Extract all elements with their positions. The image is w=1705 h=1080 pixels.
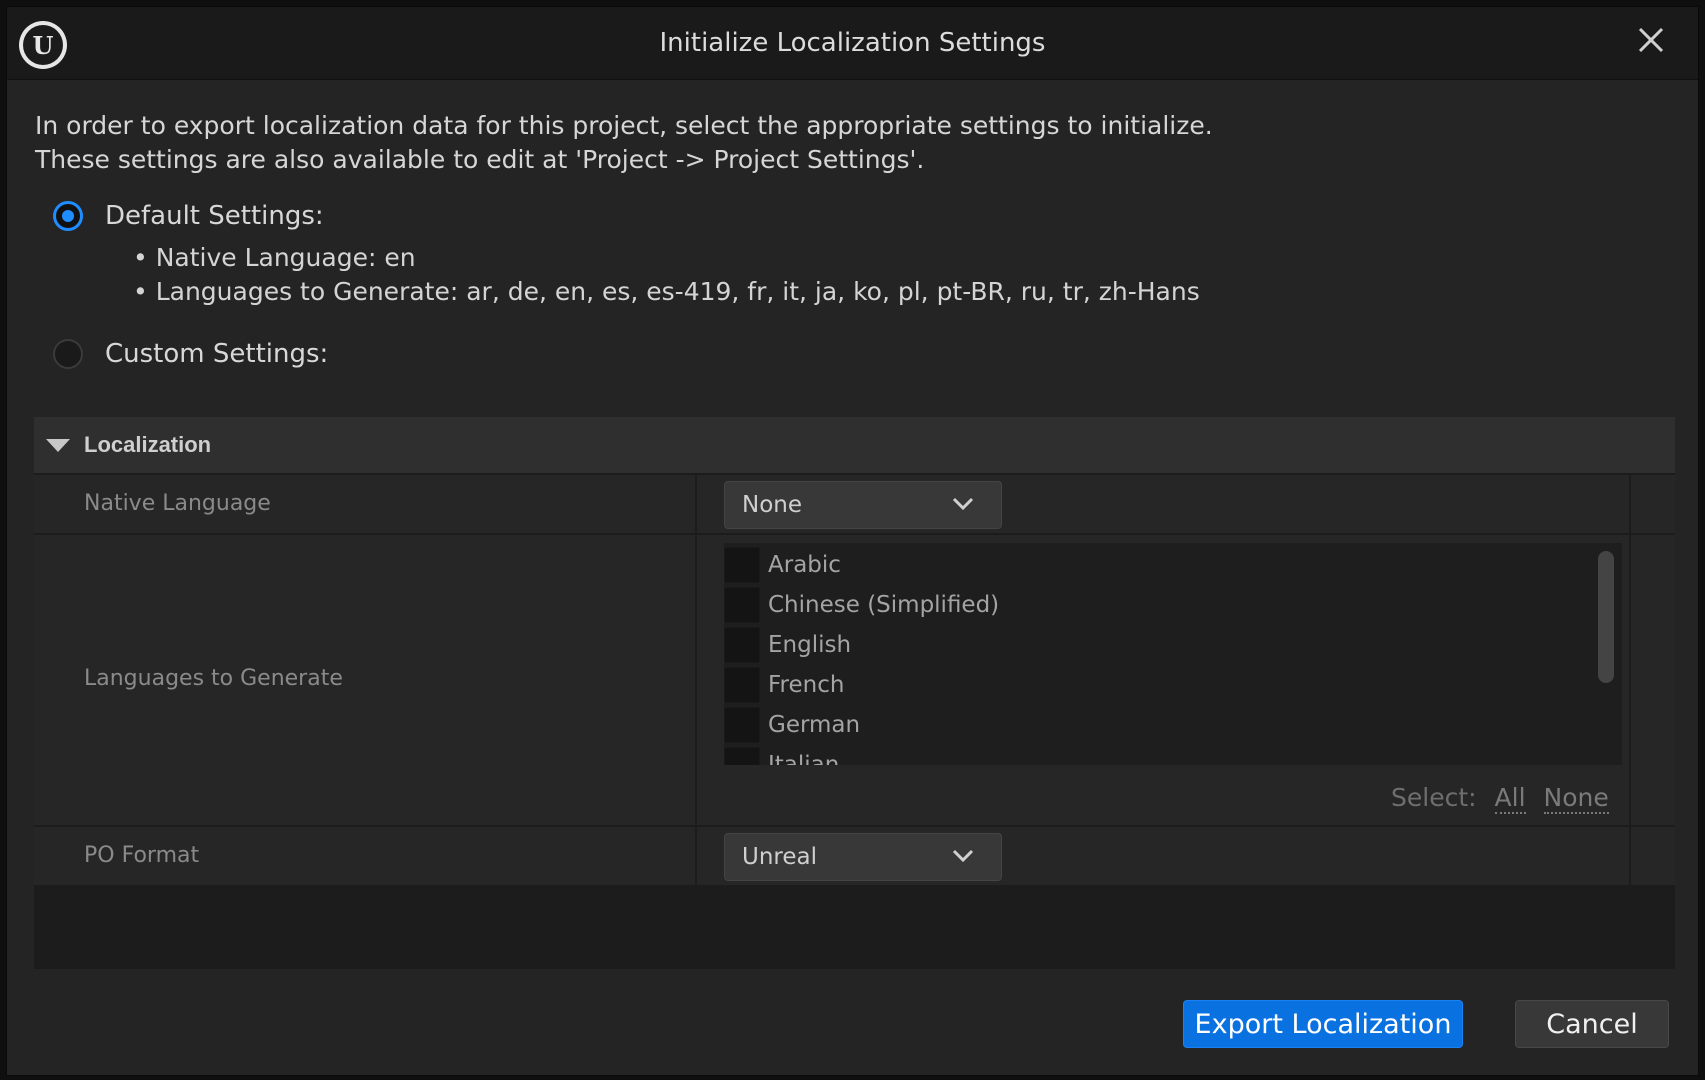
native-language-row: Native Language None	[34, 473, 1675, 533]
column-divider-right	[1629, 535, 1631, 825]
default-settings-option[interactable]: Default Settings:	[53, 201, 324, 231]
language-label: Arabic	[768, 552, 841, 578]
localization-panel: Localization Native Language None Langua…	[34, 417, 1675, 969]
intro-line-1: In order to export localization data for…	[35, 111, 1213, 140]
native-language-label: Native Language	[84, 491, 271, 516]
unreal-logo-mark: U	[23, 25, 63, 65]
column-divider-right	[1629, 827, 1631, 885]
languages-summary: • Languages to Generate: ar, de, en, es,…	[133, 277, 1200, 306]
unreal-logo-icon: U	[19, 21, 67, 69]
language-item-italian[interactable]: Italian	[724, 745, 839, 765]
language-label: German	[768, 712, 861, 738]
dialog-window: Initialize Localization Settings U In or…	[6, 6, 1699, 1076]
language-label: Chinese (Simplified)	[768, 592, 1000, 618]
intro-text: In order to export localization data for…	[35, 109, 1213, 177]
language-item-arabic[interactable]: Arabic	[724, 545, 841, 585]
language-checkbox[interactable]	[724, 707, 760, 743]
language-checkbox[interactable]	[724, 627, 760, 663]
native-language-value: None	[742, 492, 803, 518]
languages-scrollbar[interactable]	[1598, 551, 1614, 683]
po-format-row: PO Format Unreal	[34, 825, 1675, 885]
language-label: French	[768, 672, 845, 698]
dialog-title: Initialize Localization Settings	[659, 28, 1046, 58]
language-item-french[interactable]: French	[724, 665, 844, 705]
close-icon	[1638, 27, 1664, 53]
language-checkbox[interactable]	[724, 587, 760, 623]
default-settings-radio[interactable]	[53, 201, 83, 231]
column-divider[interactable]	[695, 535, 697, 825]
column-divider-right	[1629, 475, 1631, 533]
select-all-link[interactable]: All	[1494, 783, 1526, 814]
title-bar: Initialize Localization Settings U	[7, 7, 1698, 80]
localization-section-title: Localization	[84, 432, 212, 457]
chevron-down-icon	[952, 849, 974, 863]
intro-line-2: These settings are also available to edi…	[35, 145, 925, 174]
select-none-link[interactable]: None	[1543, 783, 1609, 814]
chevron-down-icon	[952, 497, 974, 511]
custom-settings-option[interactable]: Custom Settings:	[53, 339, 328, 369]
default-settings-label: Default Settings:	[105, 201, 324, 231]
languages-to-generate-row: Languages to Generate Arabic Chinese (Si…	[34, 533, 1675, 825]
po-format-dropdown[interactable]: Unreal	[724, 833, 1002, 881]
languages-to-generate-label: Languages to Generate	[84, 666, 343, 691]
collapse-triangle-icon[interactable]	[46, 438, 70, 452]
select-all-none: Select: All None	[1391, 783, 1609, 814]
native-language-summary: • Native Language: en	[133, 243, 416, 272]
language-checkbox[interactable]	[724, 667, 760, 703]
language-item-english[interactable]: English	[724, 625, 851, 665]
close-button[interactable]	[1634, 23, 1668, 57]
export-localization-button[interactable]: Export Localization	[1183, 1000, 1463, 1048]
po-format-value: Unreal	[742, 844, 817, 870]
cancel-button[interactable]: Cancel	[1515, 1000, 1669, 1048]
language-label: Italian	[768, 752, 840, 765]
column-divider[interactable]	[695, 827, 697, 885]
language-label: English	[768, 632, 852, 658]
custom-settings-radio[interactable]	[53, 339, 83, 369]
select-label: Select:	[1391, 783, 1477, 812]
language-checkbox[interactable]	[724, 747, 760, 765]
language-item-chinese-simplified[interactable]: Chinese (Simplified)	[724, 585, 999, 625]
languages-list[interactable]: Arabic Chinese (Simplified) English Fren…	[724, 543, 1622, 765]
native-language-dropdown[interactable]: None	[724, 481, 1002, 529]
language-checkbox[interactable]	[724, 547, 760, 583]
po-format-label: PO Format	[84, 843, 200, 868]
custom-settings-label: Custom Settings:	[105, 339, 329, 369]
language-item-german[interactable]: German	[724, 705, 860, 745]
column-divider[interactable]	[695, 475, 697, 533]
localization-section-header[interactable]: Localization	[34, 417, 1675, 473]
